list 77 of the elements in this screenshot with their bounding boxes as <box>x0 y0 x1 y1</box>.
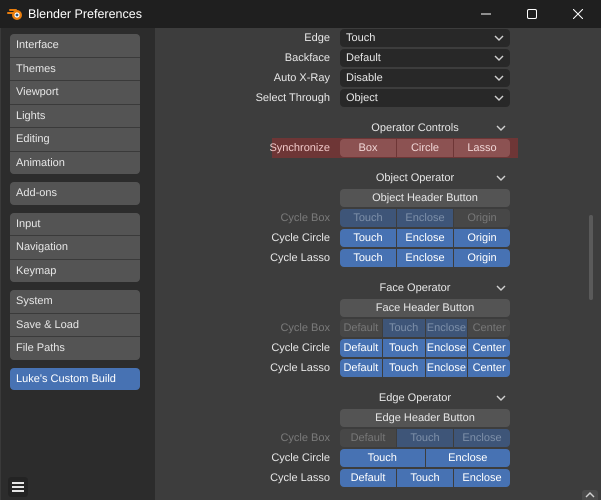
row-label: Cycle Circle <box>271 340 330 356</box>
row-label: Cycle Box <box>280 430 330 446</box>
dropdown[interactable]: Disable <box>340 69 510 87</box>
chevron-icon <box>496 395 506 401</box>
header-button[interactable]: Face Header Button <box>340 299 510 317</box>
sidebar-item[interactable]: Navigation <box>10 236 140 258</box>
chevron-icon <box>496 175 506 181</box>
dropdown-chevron-icon <box>494 35 504 41</box>
segment-option[interactable]: Default <box>340 339 382 357</box>
row-label: Cycle Circle <box>271 230 330 246</box>
segment-option[interactable]: Origin <box>454 249 510 267</box>
row-label: Cycle Lasso <box>270 470 330 486</box>
sidebar-item[interactable]: Add-ons <box>10 182 140 204</box>
window-title: Blender Preferences <box>28 6 142 23</box>
segment-option[interactable]: Touch <box>340 249 396 267</box>
sidebar-item[interactable]: System <box>10 290 140 312</box>
dropdown-chevron-icon <box>494 75 504 81</box>
segment-option[interactable]: Default <box>340 359 382 377</box>
section-title[interactable]: Face Operator <box>340 280 490 296</box>
header-button[interactable]: Object Header Button <box>340 189 510 207</box>
segment-option[interactable]: Touch <box>340 229 396 247</box>
segment-option[interactable]: Center <box>468 359 510 377</box>
segment-option[interactable]: Origin <box>454 229 510 247</box>
segment-option[interactable]: Touch <box>382 359 424 377</box>
row-label: Cycle Box <box>280 320 330 336</box>
dropdown-chevron-icon <box>494 95 504 101</box>
dropdown[interactable]: Default <box>340 49 510 67</box>
segment-option[interactable]: Touch <box>382 339 424 357</box>
segment-option[interactable]: Enclose <box>454 469 510 487</box>
logo-icon <box>7 7 23 21</box>
setting-label: Auto X-Ray <box>274 70 330 86</box>
setting-label: Edge <box>304 30 330 46</box>
sidebar-item[interactable]: Viewport <box>10 81 140 104</box>
menu-icon <box>11 481 25 493</box>
segment-option[interactable]: Enclose <box>426 449 510 467</box>
sidebar-item[interactable]: Animation <box>10 152 140 174</box>
row-label: Cycle Lasso <box>270 250 330 266</box>
row-label: Synchronize <box>269 140 330 156</box>
segment-option[interactable]: Enclose <box>426 359 468 377</box>
segment-option[interactable]: Enclose <box>397 249 453 267</box>
row-label: Cycle Box <box>280 210 330 226</box>
sidebar-item[interactable]: Input <box>10 212 140 235</box>
segment-option[interactable]: Center <box>468 339 510 357</box>
sidebar-item[interactable]: Keymap <box>10 260 140 282</box>
section-title[interactable]: Operator Controls <box>340 120 490 136</box>
sidebar-item[interactable]: Editing <box>10 128 140 150</box>
segment-option[interactable]: Box <box>340 139 396 157</box>
row-label: Cycle Lasso <box>270 360 330 376</box>
segment-option[interactable]: Circle <box>397 139 453 157</box>
maximize-icon <box>527 9 537 19</box>
chevron-icon <box>496 125 506 131</box>
sidebar-item[interactable]: Interface <box>10 34 140 56</box>
segment-option[interactable]: Enclose <box>397 229 453 247</box>
sidebar-item[interactable]: File Paths <box>10 337 140 360</box>
setting-label: Backface <box>284 50 330 66</box>
dropdown[interactable]: Touch <box>340 29 510 47</box>
setting-label: Select Through <box>256 90 330 106</box>
dropdown[interactable]: Object <box>340 89 510 107</box>
segment-option[interactable]: Touch <box>397 469 453 487</box>
segment-option[interactable]: Lasso <box>454 139 510 157</box>
up-chevron-icon <box>585 492 595 498</box>
scroll-up-button[interactable] <box>582 490 598 500</box>
section-title[interactable]: Object Operator <box>340 170 490 186</box>
close-icon <box>573 9 583 19</box>
sidebar-item[interactable]: Luke's Custom Build <box>10 368 140 390</box>
section-title[interactable]: Edge Operator <box>340 390 490 406</box>
chevron-icon <box>496 285 506 291</box>
menu-button[interactable] <box>8 477 28 497</box>
sidebar-item[interactable]: Save & Load <box>10 314 140 336</box>
segment-option[interactable]: Enclose <box>426 339 468 357</box>
sidebar-item[interactable]: Lights <box>10 104 140 127</box>
sidebar-item[interactable]: Themes <box>10 58 140 80</box>
dropdown-chevron-icon <box>494 55 504 61</box>
segment-option[interactable]: Touch <box>340 449 424 467</box>
row-label: Cycle Circle <box>271 450 330 466</box>
header-button[interactable]: Edge Header Button <box>340 409 510 427</box>
segment-option[interactable]: Default <box>340 469 396 487</box>
